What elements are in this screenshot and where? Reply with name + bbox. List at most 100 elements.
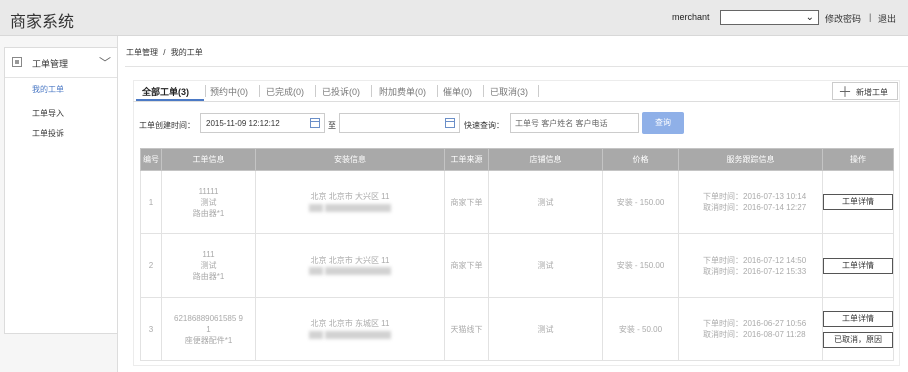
order-number: 11111 xyxy=(198,186,219,196)
tab-divider xyxy=(483,85,484,97)
tab-complained[interactable]: 已投诉(0) xyxy=(322,85,360,98)
breadcrumb-separator: / xyxy=(163,48,166,57)
calendar-icon[interactable] xyxy=(445,118,455,128)
row-number: 2 xyxy=(140,233,162,298)
column-header: 安装信息 xyxy=(255,148,445,171)
tab-cancelled[interactable]: 已取消(3) xyxy=(490,85,528,98)
row-number: 3 xyxy=(140,297,162,361)
tab-divider xyxy=(437,85,438,97)
start-date-field[interactable]: 2015-11-09 12:12:12 xyxy=(200,113,325,133)
chevron-down-icon: ⌄ xyxy=(805,12,814,23)
install-address: 北京 北京市 大兴区 11 xyxy=(310,192,390,201)
actions-cell: 工单详情 xyxy=(822,170,894,234)
order-details-button[interactable]: 工单详情 xyxy=(823,310,893,327)
change-password-link[interactable]: 修改密码 xyxy=(825,12,861,25)
tab-divider xyxy=(371,85,372,97)
calendar-icon[interactable] xyxy=(310,118,320,128)
sidebar-section-order-management[interactable]: 工单管理 ﹀ xyxy=(5,48,117,78)
tab-surcharge[interactable]: 附加费单(0) xyxy=(379,85,426,98)
column-header: 服务跟踪信息 xyxy=(678,148,823,171)
app-title: 商家系统 xyxy=(10,14,75,31)
table-header-row: 编号 工单信息 安装信息 工单来源 店铺信息 价格 服务跟踪信息 操作 xyxy=(140,148,894,171)
column-header: 工单来源 xyxy=(444,148,489,171)
add-order-label: 新增工单 xyxy=(856,88,888,97)
install-info-cell: 北京 北京市 大兴区 11 xyxy=(255,170,445,234)
table-row: 1 11111 测试 路由器*1 北京 北京市 大兴区 11 商家下单 测试 安… xyxy=(140,170,894,234)
redacted-contact xyxy=(256,266,444,277)
header-separator: | xyxy=(869,12,872,22)
tab-bar-divider xyxy=(133,101,900,102)
order-number: 111 xyxy=(202,250,215,259)
sidebar-item-order-import[interactable]: 工单导入 xyxy=(32,108,64,119)
plus-icon: ＋ xyxy=(838,84,852,100)
sidebar-section-label: 工单管理 xyxy=(32,59,69,69)
order-time: 下单时间：2016-06-27 10:56 xyxy=(703,319,807,328)
tab-reminders[interactable]: 催单(0) xyxy=(443,85,472,98)
cancel-time: 取消时间：2016-07-14 12:27 xyxy=(703,203,807,212)
tab-all-orders[interactable]: 全部工单(3) xyxy=(142,85,189,98)
cancel-reason-button[interactable]: 已取消，原因 xyxy=(823,331,893,348)
column-header: 工单信息 xyxy=(161,148,256,171)
order-name: 1 xyxy=(206,324,211,334)
end-date-field[interactable] xyxy=(339,113,460,133)
sidebar-panel: 工单管理 ﹀ 我的工单 工单导入 工单投诉 xyxy=(4,47,118,334)
order-source: 商家下单 xyxy=(444,170,489,234)
price: 安装 - 150.00 xyxy=(602,170,679,234)
chevron-down-icon: ﹀ xyxy=(99,56,112,70)
actions-cell: 工单详情 已取消，原因 xyxy=(822,297,894,361)
order-details-button[interactable]: 工单详情 xyxy=(823,257,893,274)
top-bar: 商家系统 merchant ⌄ 修改密码 | 退出 xyxy=(0,0,908,36)
tab-divider xyxy=(315,85,316,97)
column-header: 价格 xyxy=(602,148,679,171)
order-time: 下单时间：2016-07-13 10:14 xyxy=(703,192,807,201)
cancel-time: 取消时间：2016-08-07 11:28 xyxy=(703,330,806,339)
tab-scheduled[interactable]: 预约中(0) xyxy=(210,85,248,98)
install-address: 北京 北京市 东城区 11 xyxy=(310,319,390,328)
tab-completed[interactable]: 已完成(0) xyxy=(266,85,304,98)
breadcrumb-root[interactable]: 工单管理 xyxy=(126,48,158,57)
sidebar-item-my-orders[interactable]: 我的工单 xyxy=(32,84,64,95)
actions-cell: 工单详情 xyxy=(822,233,894,298)
install-address: 北京 北京市 大兴区 11 xyxy=(310,255,390,265)
order-details-button[interactable]: 工单详情 xyxy=(823,194,893,210)
shop-info: 测试 xyxy=(488,233,603,298)
start-date-value: 2015-11-09 12:12:12 xyxy=(206,119,280,128)
shop-info: 测试 xyxy=(488,170,603,234)
order-info-cell: 111 测试 路由器*1 xyxy=(161,233,256,298)
shop-info: 测试 xyxy=(488,297,603,361)
order-name: 测试 xyxy=(200,261,217,270)
install-info-cell: 北京 北京市 大兴区 11 xyxy=(255,233,445,298)
quick-search-label: 快速查询： xyxy=(464,121,504,130)
tab-divider xyxy=(205,85,206,97)
username: merchant xyxy=(672,12,710,22)
tracking-cell: 下单时间：2016-07-13 10:14 取消时间：2016-07-14 12… xyxy=(678,170,823,234)
tracking-cell: 下单时间：2016-07-12 14:50 取消时间：2016-07-12 15… xyxy=(678,233,823,298)
order-source: 商家下单 xyxy=(444,233,489,298)
sidebar-item-order-complaints[interactable]: 工单投诉 xyxy=(32,128,64,139)
to-label: 至 xyxy=(328,121,336,130)
user-select[interactable]: ⌄ xyxy=(720,10,819,25)
table-row: 3 62186889061585 9 1 座便器配件*1 北京 北京市 东城区 … xyxy=(140,297,894,361)
column-header: 操作 xyxy=(822,148,894,171)
order-info-cell: 62186889061585 9 1 座便器配件*1 xyxy=(161,297,256,361)
price: 安装 - 50.00 xyxy=(602,297,679,361)
column-header: 店铺信息 xyxy=(488,148,603,171)
row-number: 1 xyxy=(140,170,162,234)
add-order-button[interactable]: ＋ 新增工单 xyxy=(832,82,898,100)
quick-search-field[interactable] xyxy=(510,113,639,133)
query-button[interactable]: 查询 xyxy=(642,112,684,134)
main-content: 工单管理 / 我的工单 全部工单(3) 预约中(0) 已完成(0) 已投诉(0)… xyxy=(125,36,908,372)
orders-table: 编号 工单信息 安装信息 工单来源 店铺信息 价格 服务跟踪信息 操作 1 11… xyxy=(140,148,894,361)
logout-link[interactable]: 退出 xyxy=(878,12,896,25)
order-number: 62186889061585 9 xyxy=(174,313,243,323)
list-icon xyxy=(12,57,22,67)
search-input[interactable] xyxy=(511,114,631,132)
cancel-time: 取消时间：2016-07-12 15:33 xyxy=(703,266,807,276)
breadcrumb-current: 我的工单 xyxy=(170,48,203,57)
table-row: 2 111 测试 路由器*1 北京 北京市 大兴区 11 商家下单 测试 安装 … xyxy=(140,233,894,298)
order-info-cell: 11111 测试 路由器*1 xyxy=(161,170,256,234)
sidebar: 工单管理 ﹀ 我的工单 工单导入 工单投诉 xyxy=(0,36,118,372)
order-item: 座便器配件*1 xyxy=(184,335,233,345)
created-time-label: 工单创建时间： xyxy=(139,121,195,130)
tab-divider xyxy=(259,85,260,97)
